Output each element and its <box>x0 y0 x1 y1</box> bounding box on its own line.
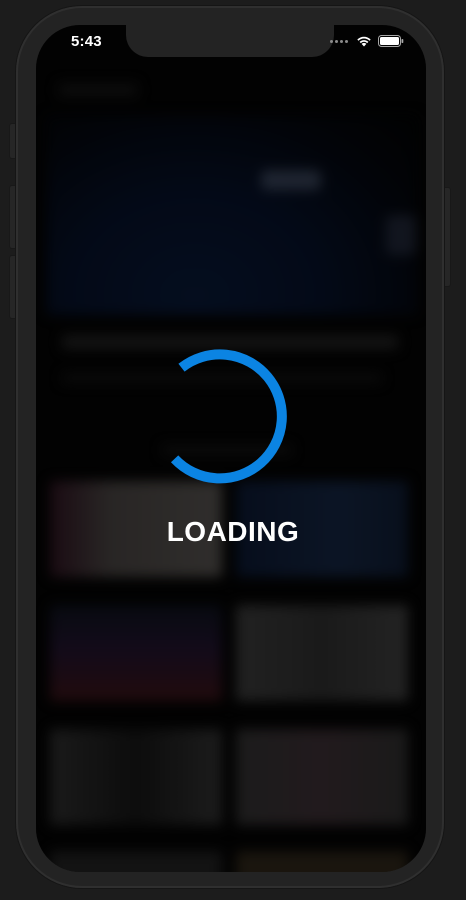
cellular-dots-icon <box>330 39 348 43</box>
loading-spinner <box>170 349 287 484</box>
wifi-icon <box>357 36 371 47</box>
status-icons <box>330 35 404 47</box>
spinner-arc <box>170 349 287 484</box>
device-notch <box>126 25 334 57</box>
loading-label: LOADING <box>166 516 300 547</box>
status-time: 5:43 <box>71 33 102 50</box>
power-button <box>443 188 450 286</box>
battery-icon <box>378 35 404 47</box>
